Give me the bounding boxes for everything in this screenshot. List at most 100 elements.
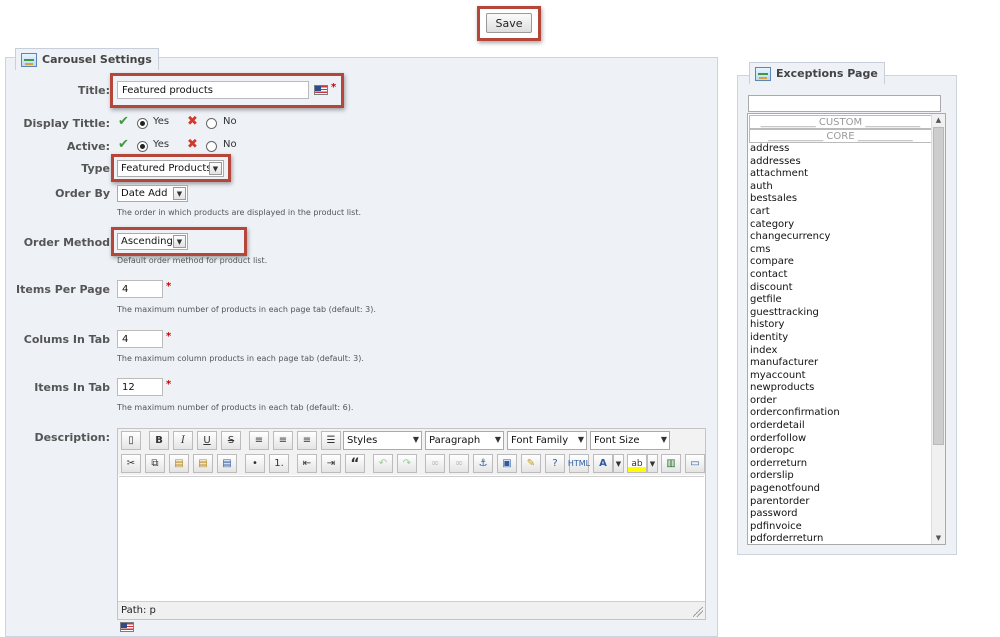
exception-item[interactable]: identity <box>749 332 932 345</box>
html-icon[interactable]: HTML <box>568 454 590 473</box>
display-title-yes-radio[interactable] <box>137 118 148 129</box>
exception-item[interactable]: pdforderreturn <box>749 533 932 544</box>
scrollbar-thumb[interactable] <box>933 127 944 445</box>
exception-item[interactable]: guesttracking <box>749 307 932 320</box>
align-left-icon[interactable]: ≡ <box>249 431 269 450</box>
exception-item[interactable]: cart <box>749 206 932 219</box>
order-by-select[interactable]: Date Add ▼ <box>117 185 188 202</box>
styles-select[interactable]: Styles ▼ <box>343 431 422 450</box>
media-icon[interactable]: ▥ <box>661 454 681 473</box>
exception-item[interactable]: category <box>749 219 932 232</box>
strikethrough-button[interactable]: S <box>221 431 241 450</box>
exception-item[interactable]: getfile <box>749 294 932 307</box>
help-icon[interactable]: ? <box>545 454 565 473</box>
font-family-select[interactable]: Font Family ▼ <box>507 431 587 450</box>
exceptions-list[interactable]: ___________ CUSTOM ___________ _________… <box>747 113 946 545</box>
exception-item[interactable]: compare <box>749 256 932 269</box>
resize-handle-icon[interactable] <box>693 607 703 617</box>
link-icon[interactable]: ∞ <box>425 454 445 473</box>
copy-icon[interactable]: ⧉ <box>145 454 165 473</box>
font-family-value: Font Family <box>511 435 569 446</box>
exception-item[interactable]: orderdetail <box>749 420 932 433</box>
columns-in-tab-label: Colums In Tab <box>23 333 110 346</box>
order-method-help: Default order method for product list. <box>117 256 268 265</box>
exception-item[interactable]: pdfinvoice <box>749 521 932 534</box>
paste-icon[interactable]: ▤ <box>169 454 189 473</box>
custom-group-header: ___________ CUSTOM ___________ <box>749 115 932 129</box>
cut-icon[interactable]: ✂ <box>121 454 141 473</box>
exception-item[interactable]: order <box>749 395 932 408</box>
exception-item[interactable]: discount <box>749 282 932 295</box>
language-flag-icon[interactable] <box>120 622 134 632</box>
exception-item[interactable]: pagenotfound <box>749 483 932 496</box>
chevron-down-icon: ▼ <box>173 187 186 200</box>
outdent-icon[interactable]: ⇤ <box>297 454 317 473</box>
blockquote-icon[interactable]: “ <box>345 454 365 473</box>
exception-item[interactable]: orderopc <box>749 445 932 458</box>
image-icon[interactable]: ▣ <box>497 454 517 473</box>
exception-item[interactable]: addresses <box>749 156 932 169</box>
carousel-settings-title: Carousel Settings <box>42 53 152 66</box>
indent-icon[interactable]: ⇥ <box>321 454 341 473</box>
scroll-down-icon[interactable]: ▼ <box>932 532 945 544</box>
display-title-no-radio[interactable] <box>206 118 217 129</box>
exception-item[interactable]: changecurrency <box>749 231 932 244</box>
text-color-icon[interactable]: A <box>593 454 613 473</box>
scroll-up-icon[interactable]: ▲ <box>932 114 945 126</box>
exceptions-input[interactable] <box>748 95 941 112</box>
align-right-icon[interactable]: ≡ <box>297 431 317 450</box>
description-editor[interactable]: ▯ B I U S ≡ ≡ ≡ ☰ Styles ▼ Paragraph ▼ Fon… <box>117 428 706 620</box>
justify-icon[interactable]: ☰ <box>321 431 341 450</box>
exception-item[interactable]: newproducts <box>749 382 932 395</box>
paste-word-icon[interactable]: ▤ <box>217 454 237 473</box>
exception-item[interactable]: manufacturer <box>749 357 932 370</box>
paste-text-icon[interactable]: ▤ <box>193 454 213 473</box>
chevron-down-icon[interactable]: ▼ <box>613 454 624 473</box>
columns-in-tab-input[interactable]: 4 <box>117 330 163 348</box>
anchor-icon[interactable]: ⚓ <box>473 454 493 473</box>
format-select[interactable]: Paragraph ▼ <box>425 431 504 450</box>
align-center-icon[interactable]: ≡ <box>273 431 293 450</box>
cleanup-icon[interactable]: ✎ <box>521 454 541 473</box>
background-color-icon[interactable]: ab <box>627 454 647 473</box>
exception-item[interactable]: cms <box>749 244 932 257</box>
items-in-tab-input[interactable]: 12 <box>117 378 163 396</box>
active-no-label: No <box>223 139 237 150</box>
exceptions-scrollbar[interactable]: ▲ ▼ <box>931 114 945 544</box>
active-yes-radio[interactable] <box>137 141 148 152</box>
type-highlight <box>111 154 231 182</box>
bullet-list-icon[interactable]: • <box>245 454 265 473</box>
new-document-icon[interactable]: ▯ <box>121 431 141 450</box>
undo-icon[interactable]: ↶ <box>373 454 393 473</box>
underline-button[interactable]: U <box>197 431 217 450</box>
exception-item[interactable]: index <box>749 345 932 358</box>
unlink-icon[interactable]: ∞ <box>449 454 469 473</box>
items-per-page-input[interactable]: 4 <box>117 280 163 298</box>
exception-item[interactable]: address <box>749 143 932 156</box>
font-size-select[interactable]: Font Size ▼ <box>590 431 670 450</box>
chevron-down-icon[interactable]: ▼ <box>647 454 658 473</box>
exception-item[interactable]: orderfollow <box>749 433 932 446</box>
italic-button[interactable]: I <box>173 431 193 450</box>
redo-icon[interactable]: ↷ <box>397 454 417 473</box>
exception-item[interactable]: history <box>749 319 932 332</box>
exception-item[interactable]: myaccount <box>749 370 932 383</box>
visual-aid-icon[interactable]: ▭ <box>685 454 705 473</box>
number-list-icon[interactable]: 1. <box>269 454 289 473</box>
bold-button[interactable]: B <box>149 431 169 450</box>
chevron-down-icon: ▼ <box>577 435 584 444</box>
display-title-yes-label: Yes <box>153 116 170 127</box>
editor-content-area[interactable] <box>119 476 704 601</box>
exception-item[interactable]: orderslip <box>749 470 932 483</box>
carousel-settings-legend: Carousel Settings <box>15 48 159 70</box>
exception-item[interactable]: orderconfirmation <box>749 407 932 420</box>
exception-item[interactable]: attachment <box>749 168 932 181</box>
exception-item[interactable]: bestsales <box>749 193 932 206</box>
exception-item[interactable]: auth <box>749 181 932 194</box>
exception-item[interactable]: parentorder <box>749 496 932 509</box>
cross-icon: ✖ <box>187 137 198 152</box>
active-no-radio[interactable] <box>206 141 217 152</box>
exception-item[interactable]: password <box>749 508 932 521</box>
exception-item[interactable]: contact <box>749 269 932 282</box>
exception-item[interactable]: orderreturn <box>749 458 932 471</box>
